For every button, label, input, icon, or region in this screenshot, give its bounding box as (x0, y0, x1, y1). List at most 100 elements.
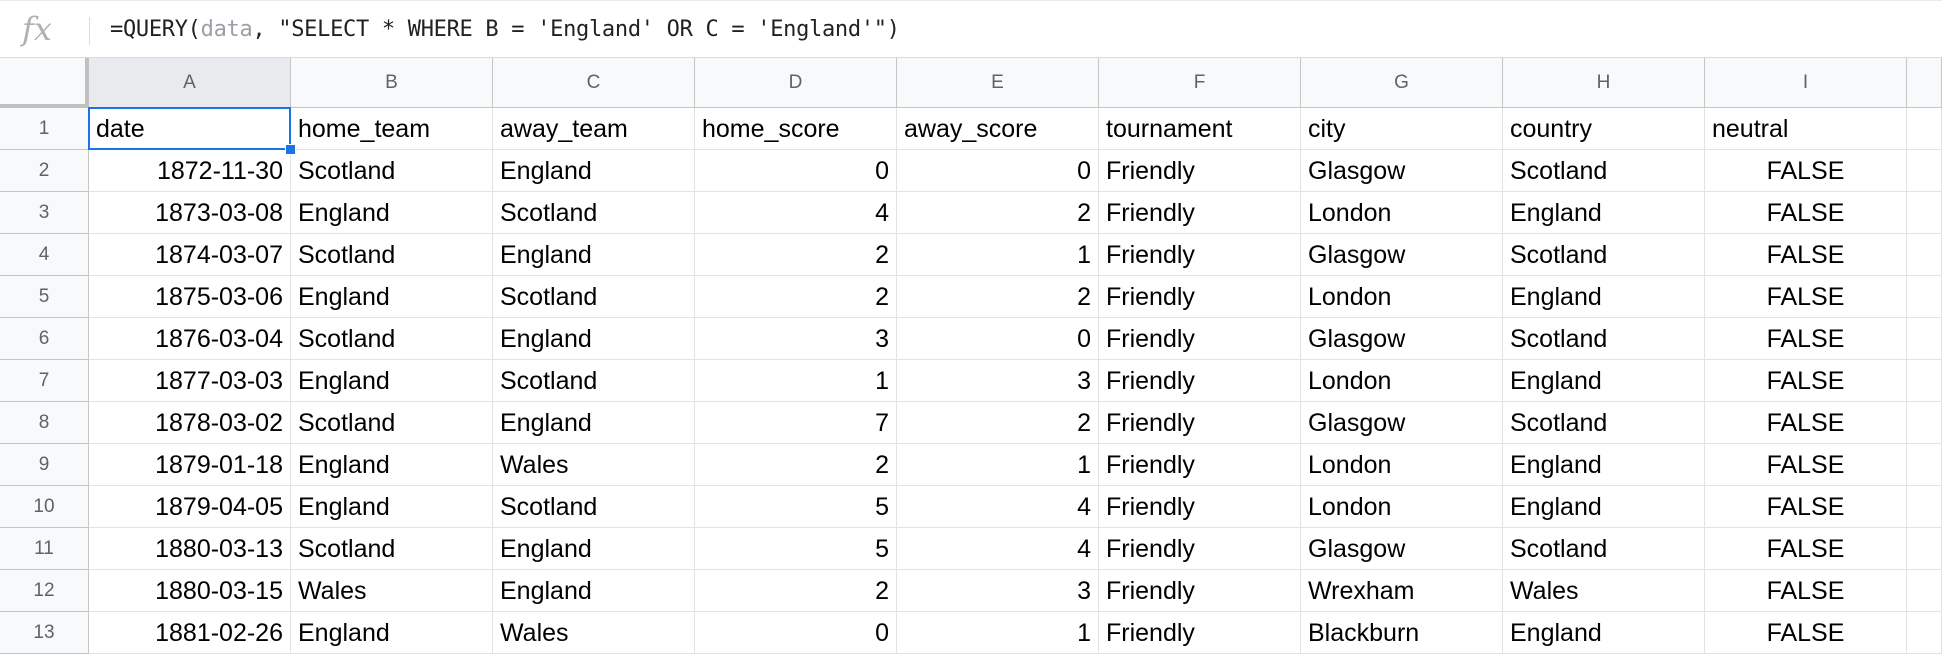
cell-filler[interactable] (1907, 192, 1942, 234)
cell-g11[interactable]: Glasgow (1301, 528, 1503, 570)
cell-g13[interactable]: Blackburn (1301, 612, 1503, 654)
cell-a3[interactable]: 1873-03-08 (89, 192, 291, 234)
cell-i12[interactable]: FALSE (1705, 570, 1907, 612)
column-header-a[interactable]: A (89, 58, 291, 108)
cell-c5[interactable]: Scotland (493, 276, 695, 318)
cell-i7[interactable]: FALSE (1705, 360, 1907, 402)
column-header-d[interactable]: D (695, 58, 897, 108)
cell-a4[interactable]: 1874-03-07 (89, 234, 291, 276)
column-header-i[interactable]: I (1705, 58, 1907, 108)
cell-filler[interactable] (1907, 570, 1942, 612)
cell-i10[interactable]: FALSE (1705, 486, 1907, 528)
cell-h7[interactable]: England (1503, 360, 1705, 402)
cell-b3[interactable]: England (291, 192, 493, 234)
cell-e10[interactable]: 4 (897, 486, 1099, 528)
cell-f9[interactable]: Friendly (1099, 444, 1301, 486)
cell-d2[interactable]: 0 (695, 150, 897, 192)
cell-e13[interactable]: 1 (897, 612, 1099, 654)
cell-filler[interactable] (1907, 150, 1942, 192)
cell-e4[interactable]: 1 (897, 234, 1099, 276)
cell-filler[interactable] (1907, 486, 1942, 528)
cell-e8[interactable]: 2 (897, 402, 1099, 444)
cell-f1[interactable]: tournament (1099, 108, 1301, 150)
cell-a12[interactable]: 1880-03-15 (89, 570, 291, 612)
cell-e1[interactable]: away_score (897, 108, 1099, 150)
row-header-8[interactable]: 8 (0, 402, 89, 444)
cell-d5[interactable]: 2 (695, 276, 897, 318)
cell-i13[interactable]: FALSE (1705, 612, 1907, 654)
row-header-7[interactable]: 7 (0, 360, 89, 402)
cell-d12[interactable]: 2 (695, 570, 897, 612)
cell-a13[interactable]: 1881-02-26 (89, 612, 291, 654)
cell-a7[interactable]: 1877-03-03 (89, 360, 291, 402)
cell-g8[interactable]: Glasgow (1301, 402, 1503, 444)
cell-b10[interactable]: England (291, 486, 493, 528)
cell-c2[interactable]: England (493, 150, 695, 192)
cell-i3[interactable]: FALSE (1705, 192, 1907, 234)
cell-e5[interactable]: 2 (897, 276, 1099, 318)
cell-a5[interactable]: 1875-03-06 (89, 276, 291, 318)
cell-f5[interactable]: Friendly (1099, 276, 1301, 318)
cell-c4[interactable]: England (493, 234, 695, 276)
cell-h4[interactable]: Scotland (1503, 234, 1705, 276)
cell-e12[interactable]: 3 (897, 570, 1099, 612)
cell-f13[interactable]: Friendly (1099, 612, 1301, 654)
cell-d3[interactable]: 4 (695, 192, 897, 234)
cell-i11[interactable]: FALSE (1705, 528, 1907, 570)
cell-d8[interactable]: 7 (695, 402, 897, 444)
cell-g4[interactable]: Glasgow (1301, 234, 1503, 276)
cell-b4[interactable]: Scotland (291, 234, 493, 276)
cell-a11[interactable]: 1880-03-13 (89, 528, 291, 570)
cell-b7[interactable]: England (291, 360, 493, 402)
column-header-f[interactable]: F (1099, 58, 1301, 108)
cell-c6[interactable]: England (493, 318, 695, 360)
cell-i5[interactable]: FALSE (1705, 276, 1907, 318)
cell-d1[interactable]: home_score (695, 108, 897, 150)
cell-i6[interactable]: FALSE (1705, 318, 1907, 360)
cell-h9[interactable]: England (1503, 444, 1705, 486)
cell-b2[interactable]: Scotland (291, 150, 493, 192)
cell-g3[interactable]: London (1301, 192, 1503, 234)
cell-g9[interactable]: London (1301, 444, 1503, 486)
cell-h3[interactable]: England (1503, 192, 1705, 234)
cell-e7[interactable]: 3 (897, 360, 1099, 402)
row-header-6[interactable]: 6 (0, 318, 89, 360)
cell-a10[interactable]: 1879-04-05 (89, 486, 291, 528)
cell-e2[interactable]: 0 (897, 150, 1099, 192)
cell-i9[interactable]: FALSE (1705, 444, 1907, 486)
select-all-corner[interactable] (0, 58, 89, 108)
cell-d10[interactable]: 5 (695, 486, 897, 528)
cell-h13[interactable]: England (1503, 612, 1705, 654)
cell-filler[interactable] (1907, 360, 1942, 402)
cell-g1[interactable]: city (1301, 108, 1503, 150)
row-header-10[interactable]: 10 (0, 486, 89, 528)
cell-b13[interactable]: England (291, 612, 493, 654)
cell-a8[interactable]: 1878-03-02 (89, 402, 291, 444)
cell-g7[interactable]: London (1301, 360, 1503, 402)
cell-filler[interactable] (1907, 444, 1942, 486)
row-header-11[interactable]: 11 (0, 528, 89, 570)
cell-f4[interactable]: Friendly (1099, 234, 1301, 276)
cell-b8[interactable]: Scotland (291, 402, 493, 444)
cell-g5[interactable]: London (1301, 276, 1503, 318)
cell-f11[interactable]: Friendly (1099, 528, 1301, 570)
cell-h12[interactable]: Wales (1503, 570, 1705, 612)
cell-h10[interactable]: England (1503, 486, 1705, 528)
spreadsheet-grid[interactable]: A B C D E F G H I 1 date home_team away_team home_sco… (0, 58, 1942, 654)
column-header-c[interactable]: C (493, 58, 695, 108)
fill-handle[interactable] (285, 144, 296, 155)
cell-g12[interactable]: Wrexham (1301, 570, 1503, 612)
cell-c10[interactable]: Scotland (493, 486, 695, 528)
cell-a9[interactable]: 1879-01-18 (89, 444, 291, 486)
cell-c3[interactable]: Scotland (493, 192, 695, 234)
cell-h1[interactable]: country (1503, 108, 1705, 150)
cell-filler[interactable] (1907, 234, 1942, 276)
cell-filler[interactable] (1907, 528, 1942, 570)
cell-filler[interactable] (1907, 276, 1942, 318)
cell-e11[interactable]: 4 (897, 528, 1099, 570)
cell-b1[interactable]: home_team (291, 108, 493, 150)
cell-c12[interactable]: England (493, 570, 695, 612)
cell-g10[interactable]: London (1301, 486, 1503, 528)
column-header-g[interactable]: G (1301, 58, 1503, 108)
cell-c1[interactable]: away_team (493, 108, 695, 150)
